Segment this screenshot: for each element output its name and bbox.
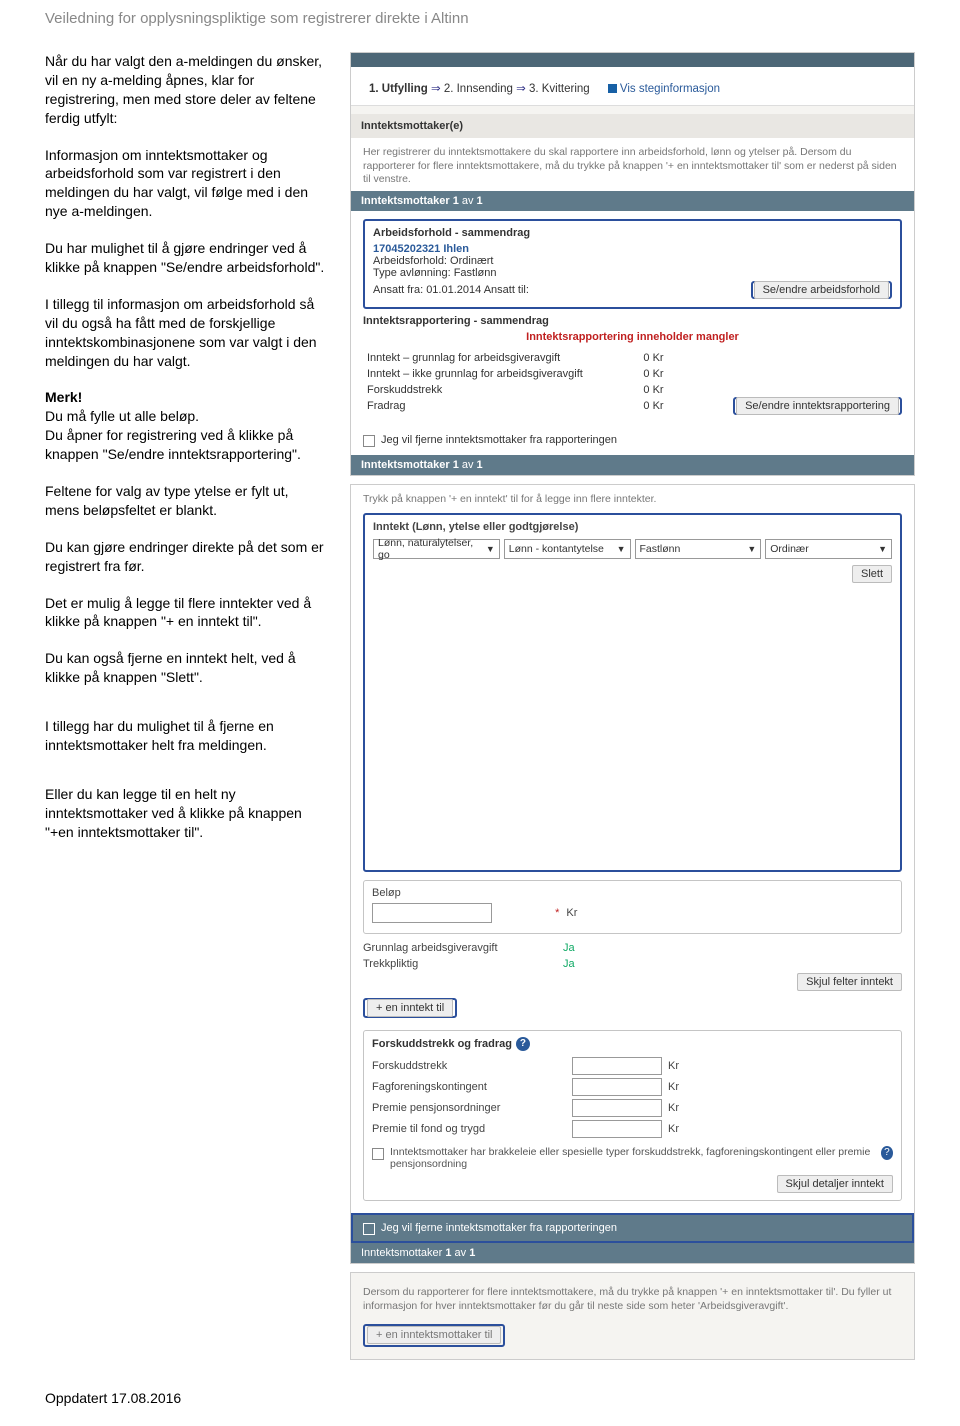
remove-mottaker-checkbox-2[interactable] bbox=[363, 1223, 375, 1235]
chevron-down-icon: ▼ bbox=[486, 544, 495, 554]
belop-input[interactable] bbox=[372, 903, 492, 923]
fagforening-input[interactable] bbox=[572, 1078, 662, 1096]
mottaker-counter-footer: Inntektsmottaker 1 av 1 bbox=[351, 1243, 914, 1263]
section-title: Inntektsmottaker(e) bbox=[351, 114, 914, 138]
help-icon[interactable]: ? bbox=[516, 1037, 530, 1051]
tip-text: Trykk på knappen '+ en inntekt' til for … bbox=[363, 493, 902, 505]
panel-top-bar bbox=[351, 53, 914, 67]
remove-mottaker-checkbox[interactable] bbox=[363, 435, 375, 447]
page-header: Veiledning for opplysningspliktige som r… bbox=[45, 10, 915, 27]
remove-mottaker-row: Jeg vil fjerne inntektsmottaker fra rapp… bbox=[351, 425, 914, 455]
summary-table: Inntekt – grunnlag for arbeidsgiveravgif… bbox=[363, 349, 676, 415]
para: Du kan gjøre endringer direkte på det so… bbox=[45, 538, 325, 576]
para: Eller du kan legge til en helt ny inntek… bbox=[45, 785, 325, 842]
step-info-link[interactable]: Vis steginformasjon bbox=[608, 83, 720, 95]
required-star: * bbox=[555, 907, 559, 919]
select-4[interactable]: Ordinær▼ bbox=[765, 539, 892, 559]
se-endre-arbeidsforhold-button[interactable]: Se/endre arbeidsforhold bbox=[754, 281, 889, 299]
remove-mottaker-label: Jeg vil fjerne inntektsmottaker fra rapp… bbox=[381, 434, 617, 446]
trekk-row: Trekkpliktig Ja bbox=[363, 958, 902, 970]
belop-label: Beløp bbox=[372, 887, 401, 899]
step-3: 3. Kvittering bbox=[529, 83, 590, 95]
merk-text-2: Du åpner for registrering ved å klikke p… bbox=[45, 427, 301, 462]
forskuddstrekk-input[interactable] bbox=[572, 1057, 662, 1075]
currency-label: Kr bbox=[566, 907, 577, 919]
remove-mottaker-label-2: Jeg vil fjerne inntektsmottaker fra rapp… bbox=[381, 1222, 617, 1234]
para: Du har mulighet til å gjøre endringer ve… bbox=[45, 239, 325, 277]
add-inntekt-highlight: + en inntekt til bbox=[363, 998, 457, 1018]
form-panel-summary: 1. Utfylling ⇒ 2. Innsending ⇒ 3. Kvitte… bbox=[350, 52, 915, 476]
forskuddstrekk-fieldset: Forskuddstrekk og fradrag ? Forskuddstre… bbox=[363, 1030, 902, 1201]
ansatt-dates: Ansatt fra: 01.01.2014 Ansatt til: bbox=[373, 284, 529, 296]
pensjon-input[interactable] bbox=[572, 1099, 662, 1117]
para: Når du har valgt den a-meldingen du ønsk… bbox=[45, 52, 325, 128]
step-2: 2. Innsending bbox=[444, 83, 513, 95]
forskuddstrekk-title: Forskuddstrekk og fradrag bbox=[372, 1038, 512, 1050]
step-navigation: 1. Utfylling ⇒ 2. Innsending ⇒ 3. Kvitte… bbox=[351, 67, 914, 106]
belop-fieldset: Beløp * Kr bbox=[363, 880, 902, 934]
slett-button[interactable]: Slett bbox=[852, 565, 892, 583]
para: I tillegg til informasjon om arbeidsforh… bbox=[45, 295, 325, 371]
inntekt-fieldset: Inntekt (Lønn, ytelse eller godtgjørelse… bbox=[363, 513, 902, 872]
select-1[interactable]: Lønn, naturalytelser, go▼ bbox=[373, 539, 500, 559]
instruction-column: Når du har valgt den a-meldingen du ønsk… bbox=[45, 52, 325, 860]
para: I tillegg har du mulighet til å fjerne e… bbox=[45, 717, 325, 755]
para: Informasjon om inntektsmottaker og arbei… bbox=[45, 146, 325, 222]
merk-text-1: Du må fylle ut alle beløp. bbox=[45, 408, 199, 424]
table-row: Forskuddstrekk0 Kr bbox=[365, 383, 674, 397]
add-inntektsmottaker-button[interactable]: + en inntektsmottaker til bbox=[367, 1326, 501, 1344]
arbeidsforhold-summary: Arbeidsforhold - sammendrag 17045202321 … bbox=[363, 219, 902, 309]
select-2[interactable]: Lønn - kontantytelse▼ bbox=[504, 539, 631, 559]
merk-label: Merk! bbox=[45, 389, 82, 405]
chevron-down-icon: ▼ bbox=[878, 544, 887, 554]
form-panel-inntekt: Trykk på knappen '+ en inntekt' til for … bbox=[350, 484, 915, 1264]
brakkeleie-checkbox[interactable] bbox=[372, 1148, 384, 1160]
se-endre-rapportering-button[interactable]: Se/endre inntektsrapportering bbox=[736, 397, 899, 415]
skjul-felter-inntekt-button[interactable]: Skjul felter inntekt bbox=[797, 973, 902, 991]
step-sep: ⇒ bbox=[431, 83, 444, 95]
para: Det er mulig å legge til flere inntekter… bbox=[45, 594, 325, 632]
table-row: Inntekt – grunnlag for arbeidsgiveravgif… bbox=[365, 351, 674, 365]
bottom-hint-text: Dersom du rapporterer for flere inntekts… bbox=[363, 1285, 902, 1314]
grunnlag-row: Grunnlag arbeidsgiveravgift Ja bbox=[363, 942, 902, 954]
fond-input[interactable] bbox=[572, 1120, 662, 1138]
inntekt-legend: Inntekt (Lønn, ytelse eller godtgjørelse… bbox=[373, 521, 892, 533]
person-id: 17045202321 Ihlen bbox=[373, 243, 892, 255]
para: Feltene for valg av type ytelse er fylt … bbox=[45, 482, 325, 520]
step-1: 1. Utfylling bbox=[369, 83, 428, 95]
para: Du kan også fjerne en inntekt helt, ved … bbox=[45, 649, 325, 687]
mottaker-counter-top: Inntektsmottaker 1 av 1 bbox=[351, 191, 914, 211]
warning-text: Inntektsrapportering inneholder mangler bbox=[363, 327, 902, 347]
merk-block: Merk! Du må fylle ut alle beløp. Du åpne… bbox=[45, 388, 325, 464]
chevron-down-icon: ▼ bbox=[617, 544, 626, 554]
bottom-hint-panel: Dersom du rapporterer for flere inntekts… bbox=[350, 1272, 915, 1361]
skjul-detaljer-button[interactable]: Skjul detaljer inntekt bbox=[777, 1175, 893, 1193]
step-sep: ⇒ bbox=[516, 83, 529, 95]
add-inntekt-button[interactable]: + en inntekt til bbox=[367, 999, 453, 1017]
rapportering-title: Inntektsrapportering - sammendrag bbox=[363, 315, 549, 327]
table-row: Inntekt – ikke grunnlag for arbeidsgiver… bbox=[365, 367, 674, 381]
section-intro: Her registrerer du inntektsmottakere du … bbox=[351, 138, 914, 191]
avlonning-type: Type avlønning: Fastlønn bbox=[373, 267, 892, 279]
arbeidsforhold-title: Arbeidsforhold - sammendrag bbox=[373, 227, 530, 239]
help-icon[interactable]: ? bbox=[881, 1146, 893, 1160]
remove-mottaker-band: Jeg vil fjerne inntektsmottaker fra rapp… bbox=[351, 1213, 914, 1243]
mottaker-counter-bottom: Inntektsmottaker 1 av 1 bbox=[351, 455, 914, 475]
add-mottaker-highlight: + en inntektsmottaker til bbox=[363, 1324, 505, 1347]
chevron-down-icon: ▼ bbox=[747, 544, 756, 554]
table-row: Fradrag0 Kr bbox=[365, 399, 674, 413]
brakkeleie-text: Inntektsmottaker har brakkeleie eller sp… bbox=[390, 1146, 875, 1170]
arbeidsforhold-type: Arbeidsforhold: Ordinært bbox=[373, 255, 892, 267]
select-3[interactable]: Fastlønn▼ bbox=[635, 539, 762, 559]
square-icon bbox=[608, 84, 617, 93]
